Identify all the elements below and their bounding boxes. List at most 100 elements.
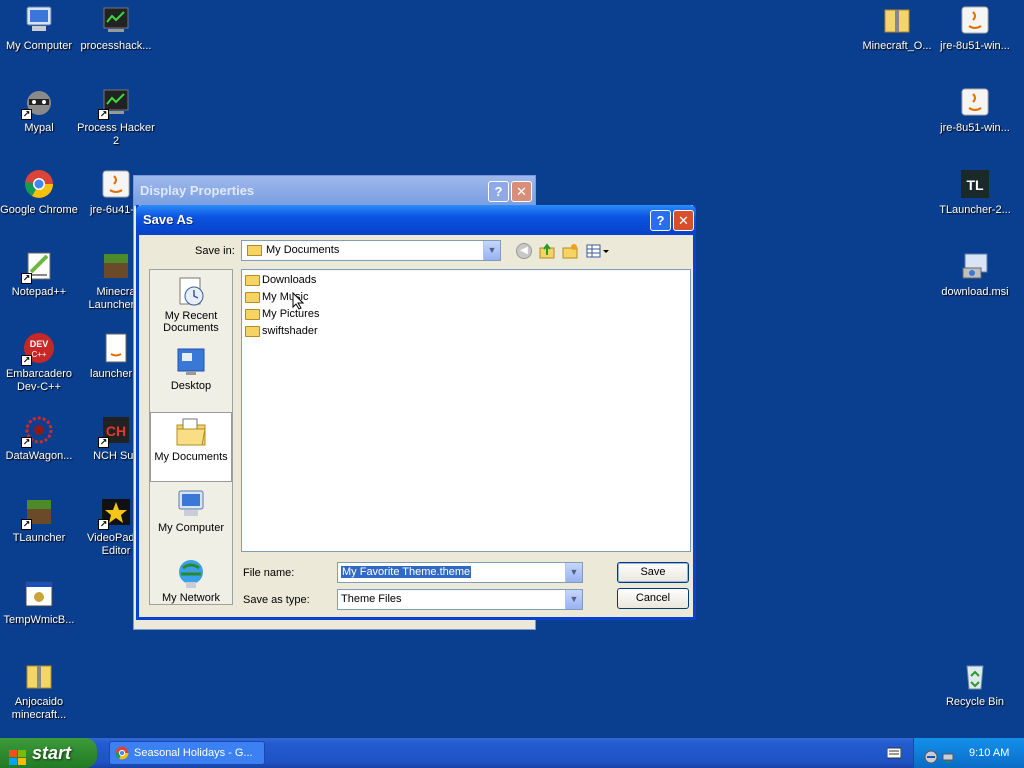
file-name-input[interactable]: My Favorite Theme.theme ▼ xyxy=(337,562,583,583)
desktop-icon-label: Notepad++ xyxy=(11,286,67,298)
list-item[interactable]: My Pictures xyxy=(245,306,319,323)
network-tray-icon[interactable] xyxy=(924,746,938,764)
svg-text:C++: C++ xyxy=(31,350,46,359)
desktop-icon-datawagon[interactable]: ↗ DataWagon... xyxy=(0,414,78,463)
desktop-icon-jre-8u51-b[interactable]: jre-8u51-win... xyxy=(936,86,1014,135)
desktop-icon-label: jre-8u51-win... xyxy=(940,40,1010,52)
chevron-down-icon[interactable]: ▼ xyxy=(483,241,500,260)
desktop-icon xyxy=(174,346,208,378)
place-my-recent-documents[interactable]: My Recent Documents xyxy=(150,276,232,334)
film-star-icon: ↗ xyxy=(98,496,132,530)
save-in-dropdown[interactable]: My Documents ▼ xyxy=(241,240,501,261)
up-folder-icon[interactable] xyxy=(539,243,555,259)
shortcut-arrow-icon: ↗ xyxy=(98,109,109,120)
nch-icon: CH ↗ xyxy=(98,414,132,448)
cancel-button[interactable]: Cancel xyxy=(617,588,689,609)
shortcut-arrow-icon: ↗ xyxy=(21,519,32,530)
file-name-text: swiftshader xyxy=(262,325,318,337)
save-as-type-value: Theme Files xyxy=(341,593,402,605)
tlauncher-icon: TL xyxy=(959,168,991,200)
file-name-label: File name: xyxy=(243,567,295,579)
desktop-icon-tempwmicb[interactable]: TempWmicB... xyxy=(0,578,78,627)
file-name-text: Downloads xyxy=(262,274,317,286)
java-icon xyxy=(959,86,991,118)
grass-block-icon: ↗ xyxy=(21,496,55,530)
place-label: My Documents xyxy=(154,451,228,463)
chevron-down-icon[interactable]: ▼ xyxy=(565,563,582,582)
recycle-bin-icon xyxy=(959,660,991,692)
start-button[interactable]: start xyxy=(0,738,97,768)
new-folder-icon[interactable] xyxy=(562,243,578,259)
clock[interactable]: 9:10 AM xyxy=(969,738,1009,768)
chevron-down-icon[interactable]: ▼ xyxy=(565,590,582,609)
desktop-icon-label: processhack... xyxy=(80,40,152,52)
desktop-icon-download-msi[interactable]: download.msi xyxy=(936,250,1014,299)
save-in-label: Save in: xyxy=(195,245,235,257)
desktop-icon-label: Anjocaido minecraft... xyxy=(11,696,67,721)
desktop-icon-tlauncher[interactable]: ↗ TLauncher xyxy=(0,496,78,545)
desktop-icon-notepad-pp[interactable]: ↗ Notepad++ xyxy=(0,250,78,299)
save-button[interactable]: Save xyxy=(617,562,689,583)
datawagon-icon: ↗ xyxy=(21,414,55,448)
shortcut-arrow-icon: ↗ xyxy=(98,437,109,448)
place-desktop[interactable]: Desktop xyxy=(150,346,232,392)
save-as-type-label: Save as type: xyxy=(243,594,310,606)
place-my-network[interactable]: My Network xyxy=(150,558,232,604)
start-label: start xyxy=(32,743,72,763)
shortcut-arrow-icon: ↗ xyxy=(98,519,109,530)
system-tray: 9:10 AM xyxy=(913,738,1024,768)
desktop-icon-label: DataWagon... xyxy=(5,450,73,462)
devcpp-icon: DEV C++ ↗ xyxy=(21,332,55,366)
keyboard-icon[interactable] xyxy=(886,747,902,759)
save-as-type-dropdown[interactable]: Theme Files ▼ xyxy=(337,589,583,610)
desktop-icon-label: TLauncher-2... xyxy=(939,204,1011,216)
desktop-icon-label: Minecraft_O... xyxy=(862,40,932,52)
shortcut-arrow-icon: ↗ xyxy=(21,355,32,366)
desktop-icon-label: download.msi xyxy=(941,286,1009,298)
network-icon xyxy=(174,558,208,590)
folder-icon xyxy=(245,326,260,337)
close-button[interactable]: ✕ xyxy=(673,210,694,231)
desktop-icon-google-chrome[interactable]: Google Chrome xyxy=(0,168,78,217)
computer-icon xyxy=(174,488,208,520)
desktop-icon-embarcadero-devcpp[interactable]: DEV C++ ↗ Embarcadero Dev-C++ xyxy=(0,332,78,394)
taskbar: start Seasonal Holidays - G... 9:10 AM xyxy=(0,738,1024,768)
desktop-icon-processhacker[interactable]: processhack... xyxy=(77,4,155,53)
desktop-icon-minecraft-o[interactable]: Minecraft_O... xyxy=(858,4,936,53)
recent-documents-icon xyxy=(174,276,208,308)
file-list[interactable]: Downloads My Music My Pictures swiftshad… xyxy=(241,269,691,552)
desktop-icon-label: My Computer xyxy=(5,40,73,52)
desktop-icon-recycle-bin[interactable]: Recycle Bin xyxy=(936,660,1014,709)
process-hacker-icon xyxy=(100,4,132,36)
desktop-icon-jre-8u51-a[interactable]: jre-8u51-win... xyxy=(936,4,1014,53)
process-hacker-icon: ↗ xyxy=(98,86,132,120)
back-icon[interactable]: ◀ xyxy=(516,243,532,259)
svg-text:DEV: DEV xyxy=(30,339,49,349)
display-properties-titlebar[interactable]: Display Properties xyxy=(134,176,535,206)
help-button[interactable]: ? xyxy=(488,181,509,202)
list-item[interactable]: swiftshader xyxy=(245,323,318,340)
place-label: My Recent Documents xyxy=(163,310,219,334)
folder-icon xyxy=(245,292,260,303)
place-my-computer[interactable]: My Computer xyxy=(150,488,232,534)
place-my-documents[interactable]: My Documents xyxy=(150,412,232,482)
desktop-icon-process-hacker-2[interactable]: ↗ Process Hacker 2 xyxy=(77,86,155,148)
folder-icon xyxy=(245,309,260,320)
desktop-icon-label: jre-8u51-win... xyxy=(940,122,1010,134)
safely-remove-tray-icon[interactable] xyxy=(941,746,955,764)
taskbar-item-chrome[interactable]: Seasonal Holidays - G... xyxy=(109,741,265,765)
close-button[interactable]: ✕ xyxy=(511,181,532,202)
list-item[interactable]: Downloads xyxy=(245,272,316,289)
shortcut-arrow-icon: ↗ xyxy=(21,437,32,448)
my-documents-icon xyxy=(174,417,208,449)
save-as-titlebar[interactable]: Save As xyxy=(136,205,696,235)
svg-text:TL: TL xyxy=(966,177,984,193)
my-documents-folder-icon xyxy=(247,245,262,256)
desktop-icon-anjocaido[interactable]: Anjocaido minecraft... xyxy=(0,660,78,722)
computer-icon xyxy=(23,4,55,36)
help-button[interactable]: ? xyxy=(650,210,671,231)
desktop-icon-my-computer[interactable]: My Computer xyxy=(0,4,78,53)
desktop-icon-mypal[interactable]: ↗ Mypal xyxy=(0,86,78,135)
views-menu-icon[interactable] xyxy=(586,243,610,259)
desktop-icon-tlauncher-2[interactable]: TL TLauncher-2... xyxy=(936,168,1014,217)
